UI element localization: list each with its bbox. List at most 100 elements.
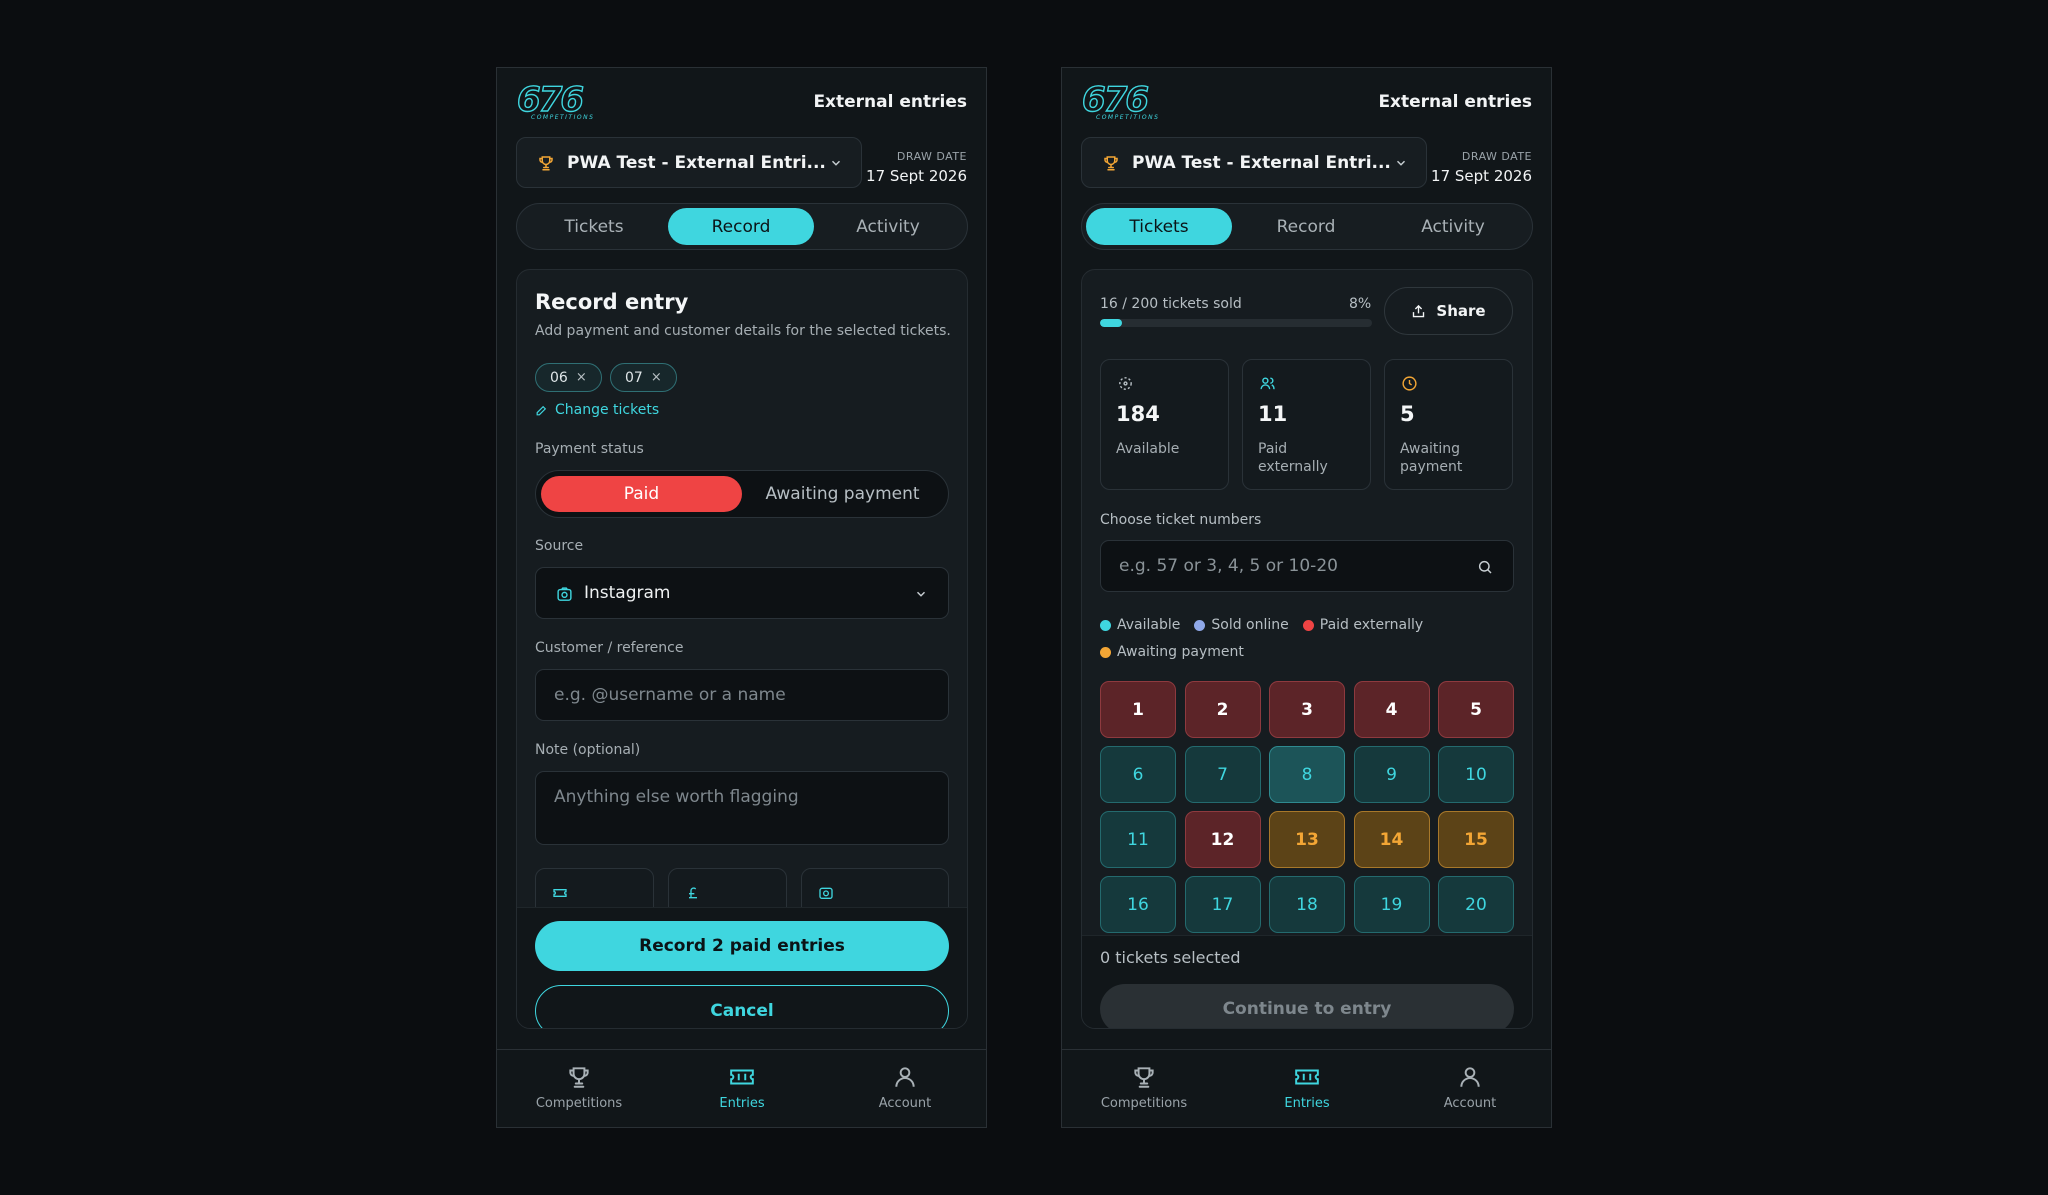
ticket-search-input[interactable]: e.g. 57 or 3, 4, 5 or 10-20: [1100, 540, 1514, 592]
ticket-cell[interactable]: 13: [1269, 811, 1345, 868]
ticket-cell[interactable]: 7: [1184, 746, 1261, 803]
nav-account[interactable]: Account: [835, 1064, 975, 1111]
share-icon: [1413, 304, 1425, 317]
close-icon[interactable]: ×: [651, 370, 662, 385]
record-actions: Record 2 paid entries Cancel: [517, 907, 967, 1028]
ticket-cell[interactable]: 9: [1353, 746, 1430, 803]
ticket-cell[interactable]: 17: [1184, 876, 1261, 933]
ticket-cell[interactable]: 14: [1353, 811, 1430, 868]
tab-bar: Tickets Record Activity: [516, 203, 968, 250]
ticket-cell[interactable]: 5: [1438, 681, 1514, 738]
payment-paid-option[interactable]: Paid: [541, 476, 742, 512]
ticket-chip[interactable]: 06 ×: [535, 363, 602, 392]
competition-select[interactable]: PWA Test - External Entri...: [1081, 137, 1427, 188]
tab-bar: Tickets Record Activity: [1081, 203, 1533, 250]
cancel-button[interactable]: Cancel: [535, 985, 949, 1028]
competition-name: PWA Test - External Entri...: [1132, 153, 1391, 173]
ticket-cell[interactable]: 11: [1100, 811, 1176, 868]
change-tickets-label: Change tickets: [555, 402, 660, 418]
tickets-sold-text: 16 / 200 tickets sold: [1100, 296, 1242, 312]
stat-label: Available: [1116, 441, 1180, 457]
share-button[interactable]: Share: [1384, 287, 1513, 335]
record-entries-button[interactable]: Record 2 paid entries: [535, 921, 949, 971]
nav-entries[interactable]: Entries: [672, 1064, 812, 1111]
draw-date-label: DRAW DATE: [1461, 150, 1532, 163]
tickets-sold-percent: 8%: [1349, 296, 1372, 312]
legend-dot: [1302, 620, 1314, 631]
change-tickets-link[interactable]: Change tickets: [535, 402, 659, 418]
screen-title: External entries: [813, 92, 967, 112]
legend-dot: [1100, 647, 1111, 658]
customer-reference-input[interactable]: e.g. @username or a name: [535, 669, 949, 721]
nav-entries[interactable]: Entries: [1237, 1064, 1377, 1111]
legend-item: Sold online: [1194, 613, 1289, 638]
payment-status-toggle: Paid Awaiting payment: [535, 470, 949, 518]
stat-available: 184 Available: [1100, 359, 1229, 490]
users-icon: [1260, 377, 1275, 390]
legend-item: Paid externally: [1302, 613, 1423, 638]
nav-competitions[interactable]: Competitions: [1074, 1064, 1214, 1111]
nav-competitions[interactable]: Competitions: [509, 1064, 649, 1111]
trophy-icon: [539, 156, 553, 171]
tab-tickets[interactable]: Tickets: [521, 208, 667, 245]
legend-dot: [1194, 620, 1206, 631]
user-icon: [895, 1067, 915, 1087]
ticket-cell[interactable]: 8: [1269, 746, 1345, 803]
ticket-cell[interactable]: 18: [1269, 876, 1345, 933]
continue-button[interactable]: Continue to entry: [1100, 984, 1514, 1028]
source-select[interactable]: Instagram: [535, 567, 949, 619]
chevron-down-icon: [831, 160, 841, 166]
ticket-cell[interactable]: 3: [1269, 681, 1345, 738]
ticket-cell[interactable]: 2: [1184, 681, 1261, 738]
ticket-cell[interactable]: 1: [1100, 681, 1176, 738]
screen-title: External entries: [1378, 92, 1532, 112]
share-label: Share: [1436, 302, 1486, 320]
bottom-nav: Competitions Entries Account: [1062, 1049, 1551, 1127]
chevron-down-icon: [916, 591, 926, 597]
chip-label: 06: [550, 369, 568, 386]
chip-label: 07: [625, 369, 643, 386]
brand-logo[interactable]: 676 COMPETITIONS: [1081, 79, 1174, 122]
record-subtitle: Add payment and customer details for the…: [535, 323, 951, 339]
legend-item: Awaiting payment: [1100, 640, 1244, 665]
tab-tickets[interactable]: Tickets: [1086, 208, 1232, 245]
draw-date: 17 Sept 2026: [866, 167, 967, 185]
ticket-cell[interactable]: 19: [1353, 876, 1430, 933]
nav-label: Entries: [1284, 1096, 1330, 1111]
ticket-chip[interactable]: 07 ×: [610, 363, 677, 392]
tab-activity[interactable]: Activity: [815, 208, 961, 245]
note-label: Note (optional): [535, 742, 641, 758]
payment-awaiting-option[interactable]: Awaiting payment: [742, 476, 943, 512]
ticket-cell[interactable]: 16: [1100, 876, 1176, 933]
ticket-icon: [1295, 1069, 1319, 1085]
selection-bar: 0 tickets selected Continue to entry: [1082, 935, 1532, 1028]
stat-label: Paid externally: [1258, 441, 1328, 475]
ticket-cell[interactable]: 12: [1184, 811, 1261, 868]
tab-record[interactable]: Record: [1233, 208, 1379, 245]
legend-label: Sold online: [1211, 617, 1289, 633]
tickets-screen: 676 COMPETITIONS External entries PWA Te…: [1061, 67, 1552, 1128]
nav-label: Entries: [719, 1096, 765, 1111]
ticket-cell[interactable]: 20: [1438, 876, 1514, 933]
choose-tickets-label: Choose ticket numbers: [1100, 512, 1262, 528]
nav-account[interactable]: Account: [1400, 1064, 1540, 1111]
ticket-cell[interactable]: 6: [1100, 746, 1176, 803]
record-title: Record entry: [535, 290, 689, 314]
trophy-icon: [1104, 156, 1118, 171]
ticket-cell[interactable]: 4: [1353, 681, 1430, 738]
ticket-legend: Available Sold online Paid externally Await…: [1100, 613, 1520, 667]
note-textarea[interactable]: Anything else worth flagging: [535, 771, 949, 845]
close-icon[interactable]: ×: [576, 370, 587, 385]
clock-icon: [1402, 376, 1417, 391]
tickets-card: 16 / 200 tickets sold 8% Share 184 Avail…: [1081, 269, 1533, 1029]
tab-record[interactable]: Record: [668, 208, 814, 245]
brand-logo[interactable]: 676 COMPETITIONS: [516, 79, 609, 122]
record-screen: 676 COMPETITIONS External entries PWA Te…: [496, 67, 987, 1128]
nav-label: Account: [1443, 1096, 1497, 1111]
nav-label: Account: [878, 1096, 932, 1111]
pound-icon: [689, 887, 697, 899]
ticket-cell[interactable]: 15: [1438, 811, 1514, 868]
competition-select[interactable]: PWA Test - External Entri...: [516, 137, 862, 188]
tab-activity[interactable]: Activity: [1380, 208, 1526, 245]
ticket-cell[interactable]: 10: [1438, 746, 1514, 803]
